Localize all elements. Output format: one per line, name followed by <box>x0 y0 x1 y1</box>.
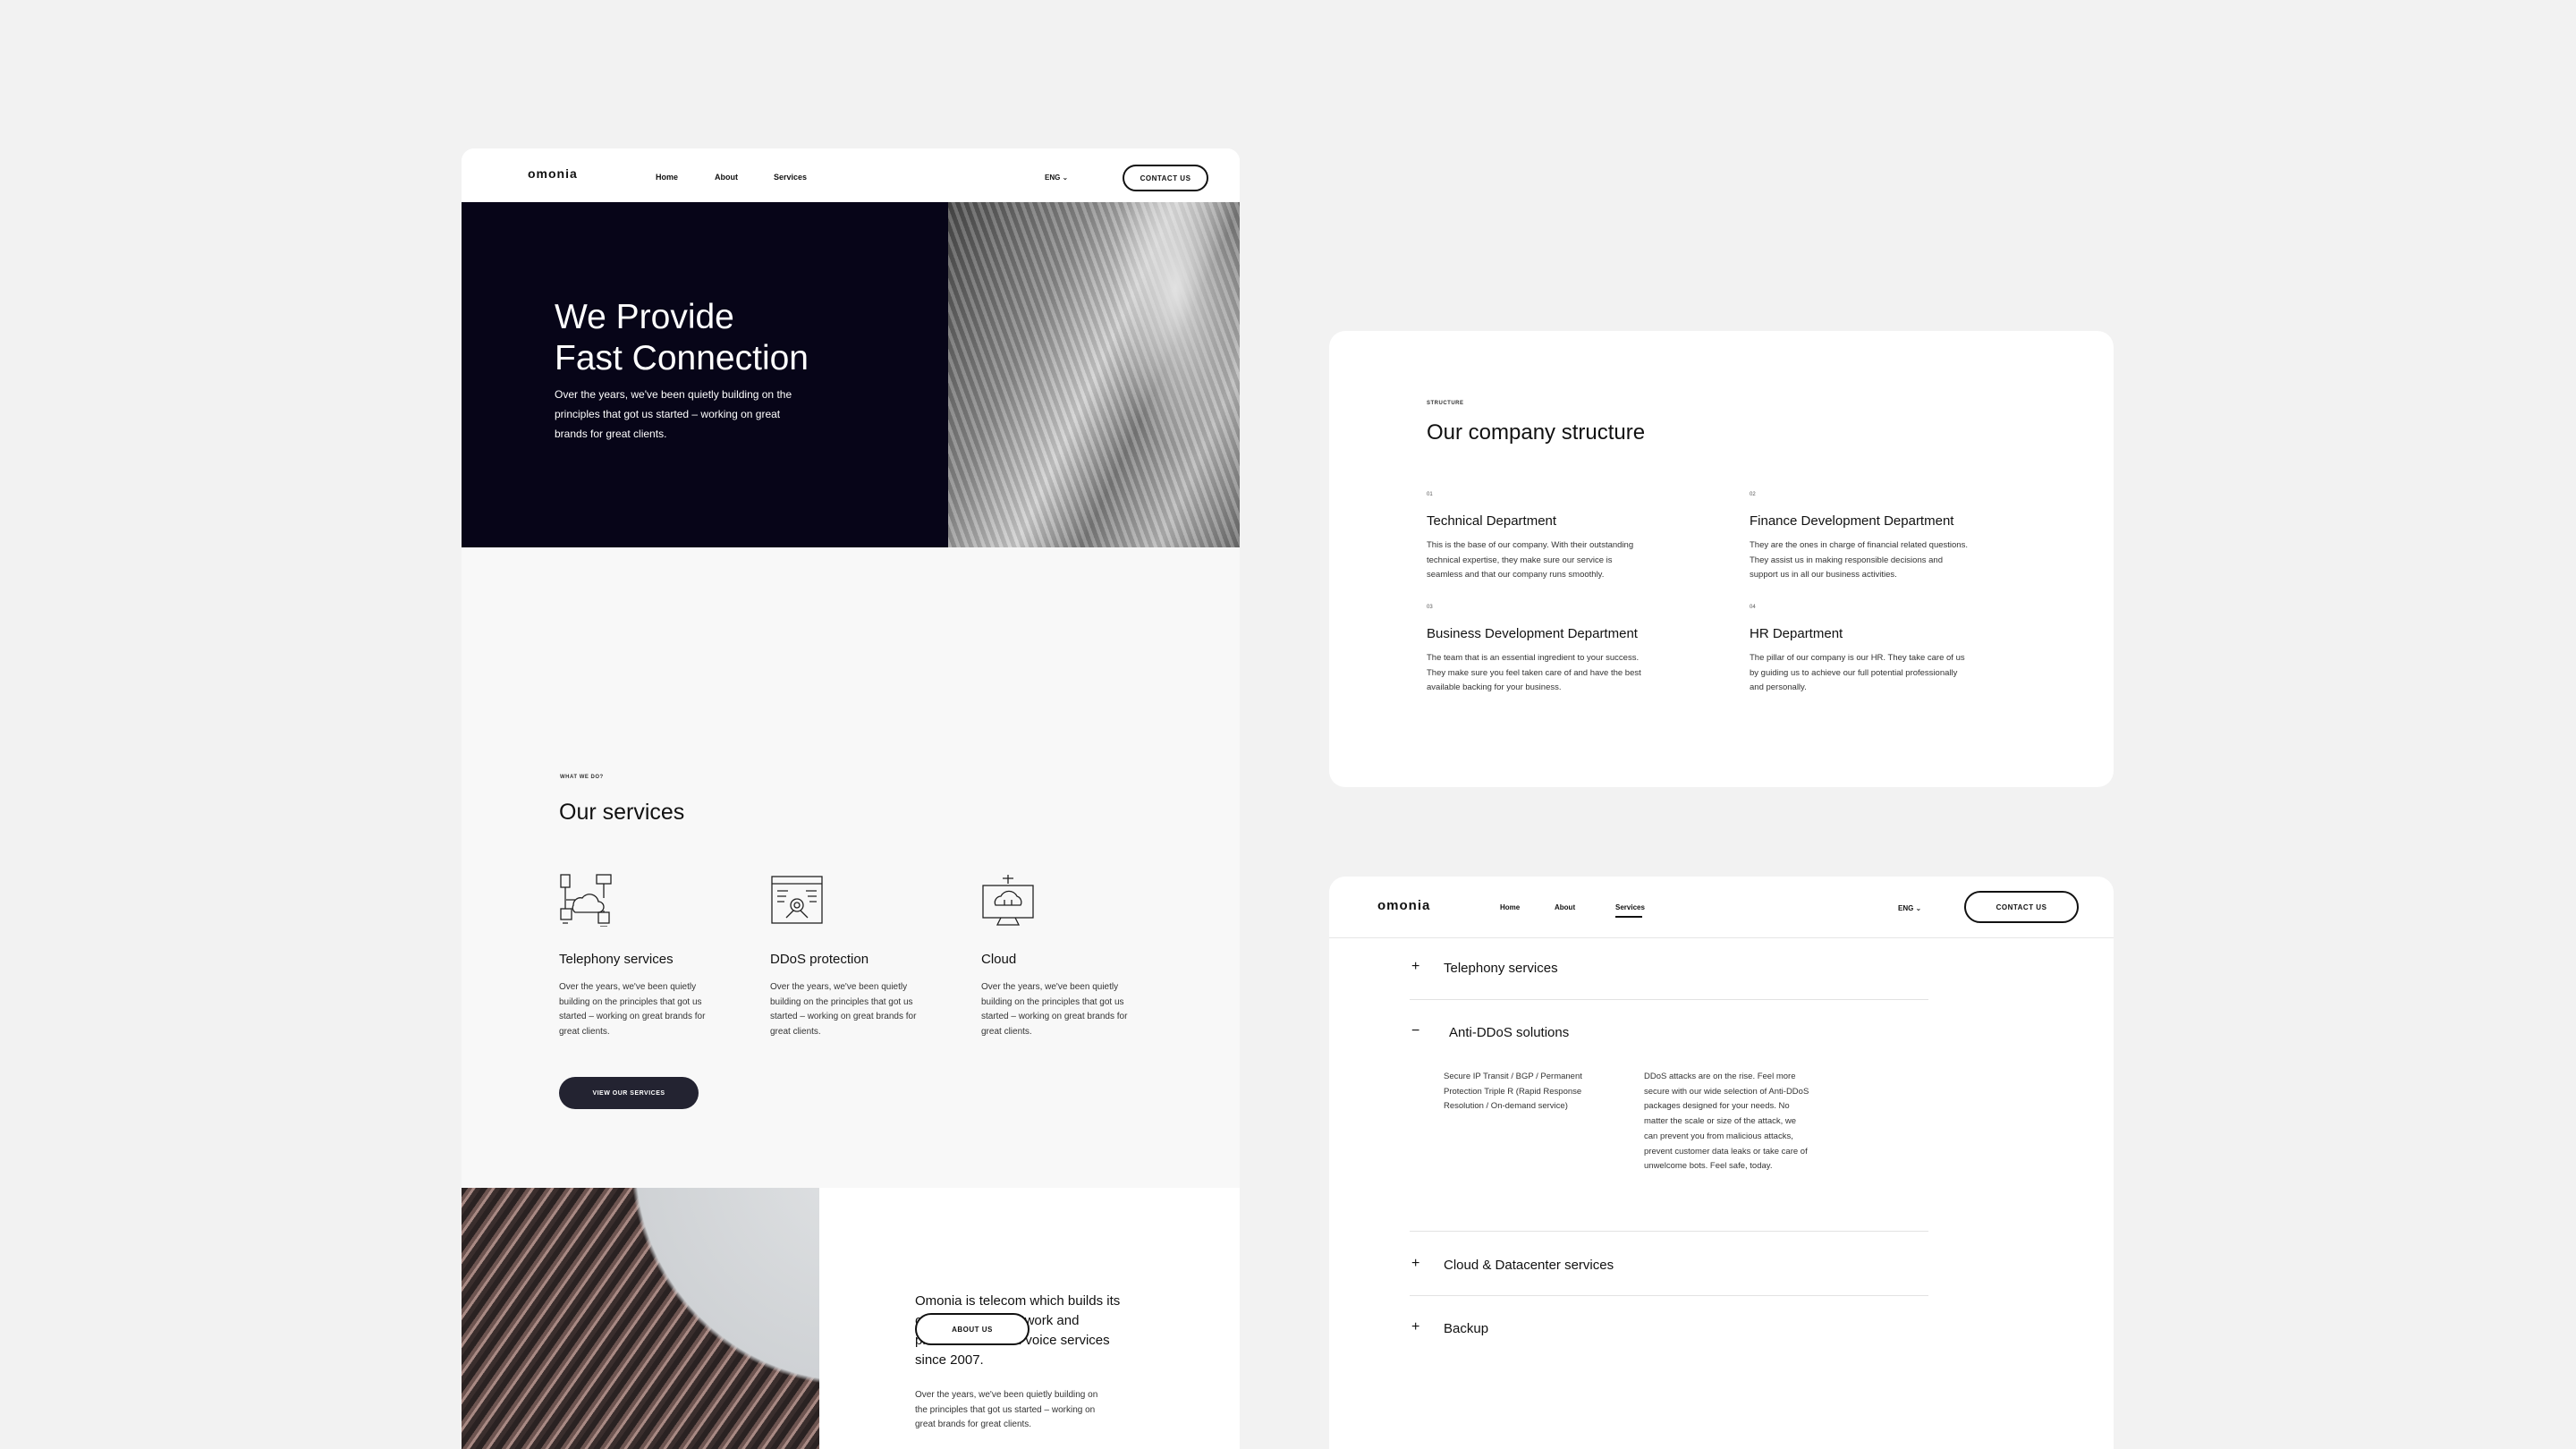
telephony-network-icon <box>560 874 612 927</box>
hero-panel: We Provide Fast Connection Over the year… <box>462 202 948 547</box>
hero-title-line1: We Provide <box>555 298 734 336</box>
hero-title-line2: Fast Connection <box>555 339 809 377</box>
service-desc: Over the years, we've been quietly build… <box>770 982 917 1037</box>
hero-text: Over the years, we've been quietly build… <box>555 388 792 440</box>
nav-services-link[interactable]: Services <box>774 173 807 182</box>
services-navbar: omonia Home About Services ENG ⌄ CONTACT… <box>1329 877 2114 938</box>
logo[interactable]: omonia <box>528 166 578 181</box>
nav-services-link[interactable]: Services <box>1615 903 1645 911</box>
department-desc: This is the base of our company. With th… <box>1427 540 1634 580</box>
services-section: WHAT WE DO? Our services Telephony servi… <box>462 547 1240 1188</box>
department-name: Business Development Department <box>1427 626 1638 641</box>
structure-eyebrow: STRUCTURE <box>1427 401 1464 406</box>
view-services-button[interactable]: VIEW OUR SERVICES <box>559 1077 699 1109</box>
department-name: HR Department <box>1750 626 1843 641</box>
services-eyebrow: WHAT WE DO? <box>560 775 604 780</box>
contact-us-button[interactable]: CONTACT US <box>1123 165 1208 191</box>
divider <box>1410 999 1928 1000</box>
nav-about-link[interactable]: About <box>1555 903 1575 911</box>
nav-home-link[interactable]: Home <box>656 173 678 182</box>
department-number: 02 <box>1750 492 1756 497</box>
home-page-card: omonia Home About Services ENG ⌄ CONTACT… <box>462 148 1240 1449</box>
accordion-title[interactable]: Anti-DDoS solutions <box>1449 1025 1569 1040</box>
accordion-title[interactable]: Backup <box>1444 1321 1488 1336</box>
accordion-title[interactable]: Telephony services <box>1444 961 1558 976</box>
department-desc: The team that is an essential ingredient… <box>1427 653 1641 692</box>
expand-icon[interactable]: + <box>1411 959 1419 975</box>
structure-card: STRUCTURE Our company structure 01 Techn… <box>1329 331 2114 787</box>
service-desc: Over the years, we've been quietly build… <box>559 982 706 1037</box>
service-desc: Over the years, we've been quietly build… <box>981 982 1128 1037</box>
department-name: Finance Development Department <box>1750 513 1954 529</box>
nav-home-link[interactable]: Home <box>1500 903 1520 911</box>
accordion-title[interactable]: Cloud & Datacenter services <box>1444 1258 1614 1273</box>
language-selector[interactable]: ENG ⌄ <box>1045 174 1068 182</box>
department-desc: The pillar of our company is our HR. The… <box>1750 653 1965 692</box>
logo[interactable]: omonia <box>1377 898 1430 913</box>
service-name: Telephony services <box>559 952 674 967</box>
divider <box>1410 1231 1928 1232</box>
services-title: Our services <box>559 800 685 825</box>
accordion-detail-left: Secure IP Transit / BGP / Permanent Prot… <box>1444 1072 1582 1112</box>
expand-icon[interactable]: + <box>1411 1319 1419 1335</box>
department-number: 04 <box>1750 605 1756 610</box>
department-name: Technical Department <box>1427 513 1557 529</box>
active-nav-indicator <box>1615 916 1642 918</box>
expand-icon[interactable]: + <box>1411 1256 1419 1272</box>
ddos-shield-icon <box>771 876 823 924</box>
nav-about-link[interactable]: About <box>715 173 738 182</box>
structure-title: Our company structure <box>1427 420 1646 445</box>
about-text: Over the years, we've been quietly build… <box>915 1390 1098 1429</box>
contact-us-button[interactable]: CONTACT US <box>1964 891 2079 923</box>
cloud-monitor-icon <box>982 875 1034 926</box>
collapse-icon[interactable]: − <box>1411 1023 1419 1039</box>
about-us-button[interactable]: ABOUT US <box>915 1313 1030 1345</box>
hero-title: We Provide Fast Connection <box>555 297 809 379</box>
department-desc: They are the ones in charge of financial… <box>1750 540 1968 580</box>
architecture-image <box>462 1188 819 1449</box>
home-navbar: omonia Home About Services ENG ⌄ CONTACT… <box>462 148 1240 202</box>
service-name: DDoS protection <box>770 952 869 967</box>
divider <box>1410 1295 1928 1296</box>
department-number: 01 <box>1427 492 1433 497</box>
service-name: Cloud <box>981 952 1017 967</box>
accordion-detail-right: DDoS attacks are on the rise. Feel more … <box>1644 1072 1809 1172</box>
department-number: 03 <box>1427 605 1433 610</box>
tunnel-image <box>948 202 1240 594</box>
services-page-card: omonia Home About Services ENG ⌄ CONTACT… <box>1329 877 2114 1449</box>
language-selector[interactable]: ENG ⌄ <box>1898 904 1921 912</box>
